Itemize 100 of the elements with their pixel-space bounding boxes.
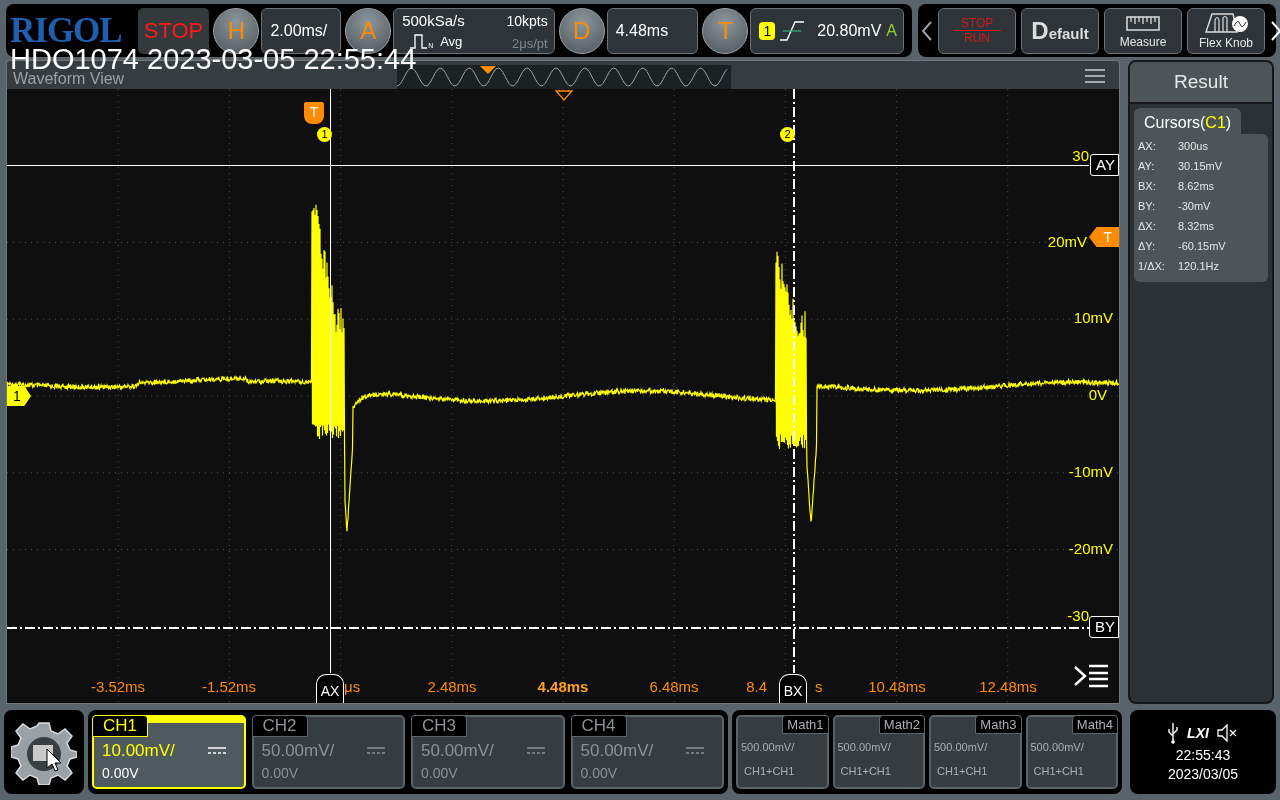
trigger-panel[interactable]: 1 20.80mV A [750,7,904,54]
cursor-handle[interactable]: BX [779,674,807,703]
result-label: AX: [1138,140,1157,152]
chevron-right-icon[interactable] [1270,19,1280,42]
x-axis-label: s [815,678,823,695]
x-axis-label: -1.52ms [200,678,258,695]
result-value: 30.15mV [1178,160,1223,172]
cursor-handle[interactable]: AX [316,674,344,703]
math-card[interactable]: Math1 500.00mV/ CH1+CH1 [736,715,829,789]
result-value: 8.62ms [1178,180,1215,192]
measure-button[interactable]: Measure [1104,7,1182,54]
cursor-line[interactable] [793,89,795,673]
y-axis-label: -20mV [1068,539,1113,557]
channel-offset: 0.00V [102,765,139,781]
math-source: CH1+CH1 [1033,765,1084,777]
math-source: CH1+CH1 [937,765,988,777]
math-name: Math1 [782,715,829,734]
x-axis-label: 10.48ms [867,678,927,695]
channel-scale: 50.00mV/ [580,741,654,761]
channel-card[interactable]: CH2 50.00mV/ 0.00V [251,715,405,789]
result-label: ΔX: [1138,220,1157,232]
y-axis-label: 0V [1088,386,1107,403]
dc-coupling-icon [207,747,226,755]
channel-offset: 0.00V [261,765,299,781]
y-axis-label: -10mV [1068,462,1113,480]
cursors-tab[interactable]: Cursors(C1) [1134,108,1242,134]
result-value: -30mV [1178,200,1211,212]
x-axis-label: μs [344,678,361,695]
chevron-left-icon[interactable] [921,19,933,42]
channel-card[interactable]: CH1 10.00mV/ 0.00V [92,715,246,789]
flex-knob-button[interactable]: Flex Knob [1187,7,1265,54]
channel-card[interactable]: CH3 50.00mV/ 0.00V [411,715,565,789]
math-card[interactable]: Math4 500.00mV/ CH1+CH1 [1025,715,1118,789]
cursor-handle[interactable]: BY [1089,616,1119,638]
default-button[interactable]: Default [1021,7,1099,54]
result-value: 120.1Hz [1178,260,1219,272]
x-axis-label: 8.4 [746,678,767,695]
y-axis-label: -30 [1067,607,1089,625]
cursor-handle[interactable]: AY [1090,154,1119,176]
channel-offset: 0.00V [421,765,458,781]
y-axis-label: 30 [1072,146,1089,164]
x-axis-label: -3.52ms [89,678,147,695]
result-label: 1/ΔX: [1138,260,1166,272]
math-card[interactable]: Math3 500.00mV/ CH1+CH1 [929,715,1022,789]
math-scale: 500.00mV/ [837,741,891,753]
channel-offset: 0.00V [580,765,618,781]
dc-coupling-icon [367,747,385,755]
y-axis-label: 20mV [1047,232,1087,250]
math-name: Math2 [878,715,925,734]
result-value: 8.32ms [1178,220,1215,232]
rising-edge-icon [779,19,806,42]
channel-scale: 10.00mV/ [102,741,175,761]
time-resolution: 2μs/pt [512,35,548,51]
usb-icon [1167,722,1180,744]
math-card[interactable]: Math2 500.00mV/ CH1+CH1 [832,715,925,789]
result-value: 300us [1178,140,1208,152]
result-label: ΔY: [1138,240,1157,252]
math-scale: 500.00mV/ [1030,741,1084,753]
trigger-level: 20.80mV [817,21,882,40]
channel-scale: 50.00mV/ [261,741,335,761]
channel-name: CH2 [251,715,308,737]
result-header: Result [1130,62,1272,104]
y-axis-label: 10mV [1073,309,1113,327]
dc-coupling-icon [526,747,545,755]
trigger-sweep-mode: A [886,21,897,40]
math-name: Math4 [1071,715,1118,734]
result-label: AY: [1138,160,1156,172]
cursor-tag: 2 [780,127,795,142]
waveform-view-title: Waveform View [13,71,125,87]
collapse-menu-icon[interactable] [1073,663,1109,689]
trigger-source-badge: 1 [759,21,776,40]
math-scale: 500.00mV/ [741,741,795,753]
speaker-muted-icon[interactable] [1216,724,1239,742]
dc-coupling-icon [686,747,704,755]
x-axis-label: 6.48ms [648,678,700,695]
channel-name: CH1 [92,715,148,737]
cursor-tag: 1 [317,127,332,142]
settings-button[interactable] [4,710,84,794]
channel-name: CH4 [570,715,627,737]
math-name: Math3 [975,715,1022,734]
math-source: CH1+CH1 [840,765,891,777]
menu-icon[interactable] [1085,69,1105,83]
delay-marker-icon [555,90,573,101]
math-scale: 500.00mV/ [934,741,988,753]
x-axis-label: 4.48ms [536,678,590,695]
channel-name: CH3 [411,715,467,737]
sample-rate: 500kSa/s [402,11,465,29]
memory-depth: 10kpts [506,12,548,29]
math-source: CH1+CH1 [744,765,795,777]
clock-date: 2023/03/05 [1167,766,1239,782]
delay-value-button[interactable]: 4.48ms [606,7,699,54]
channel-offset-marker[interactable]: 1 [7,386,31,406]
cursor-line[interactable] [7,627,1089,629]
result-value: -60.15mV [1178,240,1226,252]
lxi-logo: LXI [1187,725,1209,741]
acquire-mode: Avg [440,33,463,49]
x-axis-label: 12.48ms [978,678,1038,695]
channel-card[interactable]: CH4 50.00mV/ 0.00V [570,715,724,789]
channel-scale: 50.00mV/ [421,741,494,761]
result-label: BX: [1138,180,1157,192]
